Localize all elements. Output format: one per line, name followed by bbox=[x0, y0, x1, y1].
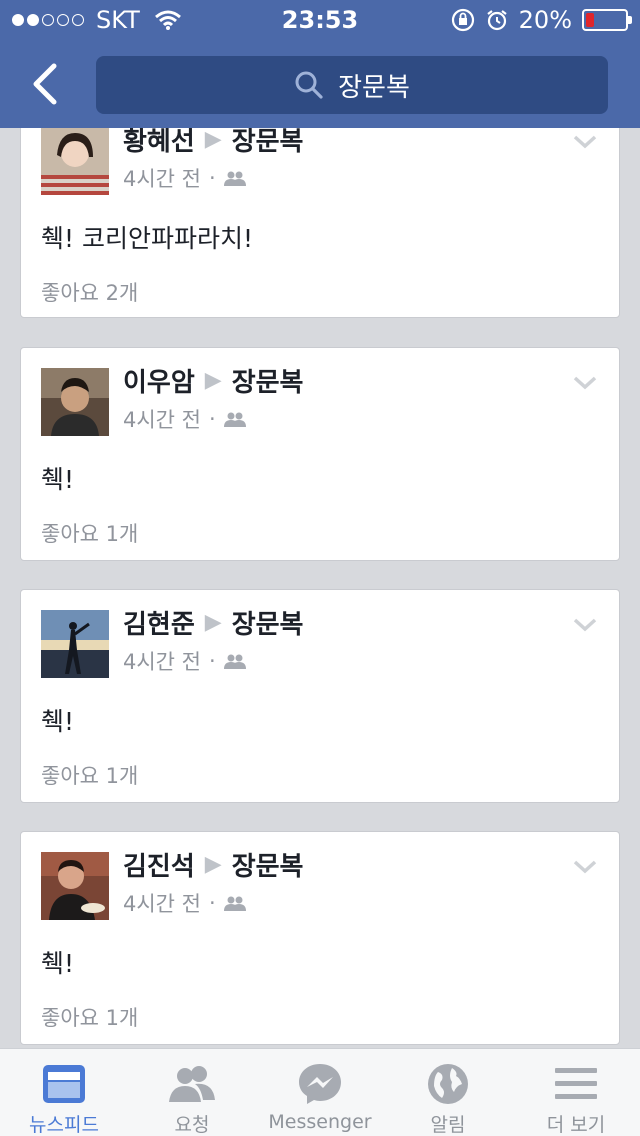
post-card: 황혜선 ▶ 장문복 4시간 전 · 췍! 코리안파파라치! 좋아요 2개 bbox=[20, 128, 620, 318]
post-time[interactable]: 4시간 전 bbox=[123, 888, 201, 918]
separator-dot: · bbox=[209, 407, 216, 431]
post-meta: 4시간 전 · bbox=[123, 646, 246, 676]
search-bar[interactable]: 장문복 bbox=[96, 56, 608, 114]
menu-icon bbox=[555, 1067, 597, 1099]
news-feed[interactable]: 황혜선 ▶ 장문복 4시간 전 · 췍! 코리안파파라치! 좋아요 2개 이우암… bbox=[0, 128, 640, 1048]
author-name[interactable]: 김진석 bbox=[123, 846, 195, 883]
post-time[interactable]: 4시간 전 bbox=[123, 163, 201, 193]
likes-count[interactable]: 좋아요 1개 bbox=[41, 518, 138, 548]
post-header: 김현준 ▶ 장문복 bbox=[123, 604, 303, 641]
post-header: 김진석 ▶ 장문복 bbox=[123, 846, 303, 883]
tab-label: Messenger bbox=[268, 1111, 372, 1133]
post-header: 황혜선 ▶ 장문복 bbox=[123, 128, 303, 158]
status-right: 20% bbox=[451, 6, 632, 34]
target-name[interactable]: 장문복 bbox=[232, 128, 304, 158]
arrow-right-icon: ▶ bbox=[204, 368, 222, 393]
chevron-down-icon[interactable] bbox=[573, 860, 597, 874]
news-feed-icon bbox=[43, 1064, 85, 1103]
separator-dot: · bbox=[209, 166, 216, 190]
post-text: 췍! bbox=[41, 707, 75, 736]
post-card: 김현준 ▶ 장문복 4시간 전 · 췍! 좋아요 1개 bbox=[20, 589, 620, 803]
tab-label: 알림 bbox=[430, 1114, 466, 1136]
post-card: 이우암 ▶ 장문복 4시간 전 · 췍! 좋아요 1개 bbox=[20, 347, 620, 561]
battery-level bbox=[586, 13, 594, 27]
globe-icon bbox=[428, 1063, 468, 1104]
alarm-icon bbox=[486, 10, 507, 31]
back-arrow-icon[interactable] bbox=[28, 62, 68, 106]
post-header: 이우암 ▶ 장문복 bbox=[123, 362, 303, 399]
friends-audience-icon bbox=[223, 412, 246, 427]
post-text: 췍! bbox=[41, 465, 75, 494]
chevron-down-icon[interactable] bbox=[573, 135, 597, 149]
profile-photo bbox=[41, 852, 109, 920]
battery-percent: 20% bbox=[518, 6, 572, 34]
friends-audience-icon bbox=[223, 171, 246, 186]
friend-requests-icon bbox=[169, 1065, 215, 1102]
post-text: 췍! 코리안파파라치! bbox=[41, 224, 253, 253]
chevron-down-icon[interactable] bbox=[573, 376, 597, 390]
arrow-right-icon: ▶ bbox=[204, 610, 222, 635]
separator-dot: · bbox=[209, 649, 216, 673]
profile-photo bbox=[41, 128, 109, 195]
battery-icon bbox=[582, 9, 632, 31]
tab-requests[interactable]: 요청 bbox=[128, 1049, 256, 1136]
post-meta: 4시간 전 · bbox=[123, 163, 246, 193]
chevron-down-icon[interactable] bbox=[573, 618, 597, 632]
profile-photo bbox=[41, 368, 109, 436]
author-name[interactable]: 이우암 bbox=[123, 362, 195, 399]
friends-audience-icon bbox=[223, 654, 246, 669]
avatar[interactable] bbox=[41, 368, 109, 436]
search-query: 장문복 bbox=[338, 72, 410, 103]
likes-count[interactable]: 좋아요 1개 bbox=[41, 1002, 138, 1032]
target-name[interactable]: 장문복 bbox=[232, 846, 304, 883]
arrow-right-icon: ▶ bbox=[204, 852, 222, 877]
messenger-icon bbox=[299, 1064, 341, 1104]
tab-label: 더 보기 bbox=[546, 1114, 606, 1136]
top-bar: SKT 23:53 20% 장문복 bbox=[0, 0, 640, 128]
author-name[interactable]: 김현준 bbox=[123, 604, 195, 641]
avatar[interactable] bbox=[41, 610, 109, 678]
tab-notifications[interactable]: 알림 bbox=[384, 1049, 512, 1136]
arrow-right-icon: ▶ bbox=[204, 128, 222, 152]
tab-label: 요청 bbox=[174, 1114, 210, 1136]
tab-news-feed[interactable]: 뉴스피드 bbox=[0, 1049, 128, 1136]
avatar[interactable] bbox=[41, 852, 109, 920]
post-time[interactable]: 4시간 전 bbox=[123, 404, 201, 434]
tab-messenger[interactable]: Messenger bbox=[256, 1049, 384, 1136]
avatar[interactable] bbox=[41, 128, 109, 195]
post-card: 김진석 ▶ 장문복 4시간 전 · 췍! 좋아요 1개 bbox=[20, 831, 620, 1045]
author-name[interactable]: 황혜선 bbox=[123, 128, 195, 158]
likes-count[interactable]: 좋아요 2개 bbox=[41, 277, 138, 307]
tab-label: 뉴스피드 bbox=[29, 1114, 99, 1136]
likes-count[interactable]: 좋아요 1개 bbox=[41, 760, 138, 790]
separator-dot: · bbox=[209, 891, 216, 915]
status-bar: SKT 23:53 20% bbox=[0, 0, 640, 40]
rotation-lock-icon bbox=[451, 8, 474, 32]
profile-photo bbox=[41, 610, 109, 678]
friends-audience-icon bbox=[223, 896, 246, 911]
search-icon bbox=[295, 71, 323, 99]
tab-more[interactable]: 더 보기 bbox=[512, 1049, 640, 1136]
post-meta: 4시간 전 · bbox=[123, 404, 246, 434]
post-text: 췍! bbox=[41, 949, 75, 978]
target-name[interactable]: 장문복 bbox=[232, 362, 304, 399]
post-time[interactable]: 4시간 전 bbox=[123, 646, 201, 676]
tab-bar: 뉴스피드 요청 Messenger 알림 더 보기 bbox=[0, 1048, 640, 1136]
target-name[interactable]: 장문복 bbox=[232, 604, 304, 641]
post-meta: 4시간 전 · bbox=[123, 888, 246, 918]
